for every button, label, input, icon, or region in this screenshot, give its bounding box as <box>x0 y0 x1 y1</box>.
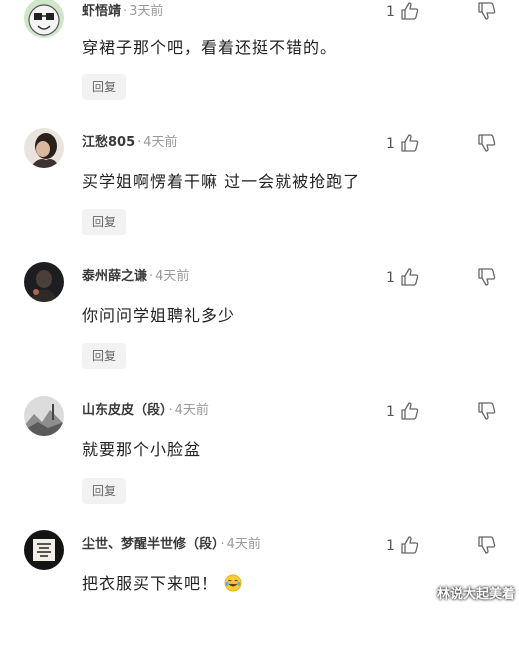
like-count: 1 <box>386 404 395 420</box>
comment-item: 山东皮皮（段） · 4天前 就要那个小脸盆 回复 1 <box>0 386 519 520</box>
meta-separator: · <box>149 269 154 284</box>
thumbs-up-icon[interactable] <box>400 133 420 153</box>
watermark: 林说大起美着 <box>436 587 515 602</box>
meta-separator: · <box>220 537 225 552</box>
thumbs-down-icon[interactable] <box>477 1 497 21</box>
like-count: 1 <box>386 4 395 20</box>
comment-text: 把衣服买下来吧！ <box>82 574 242 594</box>
comment-text: 买学姐啊愣着干嘛 过一会就被抢跑了 <box>82 172 361 191</box>
timestamp: 4天前 <box>174 403 209 418</box>
comment-item: 虾悟靖 · 3天前 穿裙子那个吧，看着还挺不错的。 回复 1 <box>0 0 519 118</box>
thumbs-up-icon[interactable] <box>400 401 420 421</box>
comment-meta: 江愁805 · 4天前 <box>82 135 178 151</box>
reply-button[interactable]: 回复 <box>82 209 126 235</box>
user-avatar[interactable] <box>24 128 64 168</box>
comment-item: 江愁805 · 4天前 买学姐啊愣着干嘛 过一会就被抢跑了 回复 1 <box>0 118 519 252</box>
like-count: 1 <box>386 538 395 554</box>
meta-separator: · <box>123 4 128 19</box>
reply-button[interactable]: 回复 <box>82 74 126 100</box>
comment-meta: 虾悟靖 · 3天前 <box>82 4 163 20</box>
smiling-face-avatar-icon <box>24 0 64 38</box>
comment-item: 泰州薛之谦 · 4天前 你问问学姐聘礼多少 回复 1 <box>0 252 519 386</box>
laughing-tears-emoji-icon <box>224 574 242 592</box>
comment-meta: 山东皮皮（段） · 4天前 <box>82 403 209 419</box>
username[interactable]: 江愁805 <box>82 135 135 150</box>
like-count: 1 <box>386 270 395 286</box>
landscape-photo-avatar-icon <box>24 396 64 436</box>
meta-separator: · <box>137 135 142 150</box>
comment-meta: 尘世、梦醒半世修（段） · 4天前 <box>82 537 261 553</box>
timestamp: 4天前 <box>226 537 261 552</box>
comment-text: 穿裙子那个吧，看着还挺不错的。 <box>82 38 338 57</box>
user-avatar[interactable] <box>24 530 64 570</box>
dark-photo-avatar-icon <box>24 262 64 302</box>
like-count: 1 <box>386 136 395 152</box>
thumbs-down-icon[interactable] <box>477 267 497 287</box>
meta-separator: · <box>168 403 173 418</box>
username[interactable]: 虾悟靖 <box>82 4 121 19</box>
thumbs-down-icon[interactable] <box>477 133 497 153</box>
user-avatar[interactable] <box>24 396 64 436</box>
username[interactable]: 泰州薛之谦 <box>82 269 147 284</box>
username[interactable]: 山东皮皮（段） <box>82 403 167 418</box>
comment-text: 就要那个小脸盆 <box>82 440 202 459</box>
user-avatar[interactable] <box>24 0 64 38</box>
comment-text-body: 把衣服买下来吧！ <box>82 574 219 593</box>
comment-meta: 泰州薛之谦 · 4天前 <box>82 269 189 285</box>
thumbs-down-icon[interactable] <box>477 401 497 421</box>
timestamp: 4天前 <box>143 135 178 150</box>
timestamp: 4天前 <box>155 269 190 284</box>
thumbs-up-icon[interactable] <box>400 267 420 287</box>
comment-text: 你问问学姐聘礼多少 <box>82 306 236 325</box>
timestamp: 3天前 <box>129 4 164 19</box>
reply-button[interactable]: 回复 <box>82 343 126 369</box>
thumbs-up-icon[interactable] <box>400 535 420 555</box>
thumbs-up-icon[interactable] <box>400 1 420 21</box>
thumbs-down-icon[interactable] <box>477 535 497 555</box>
calligraphy-avatar-icon <box>24 530 64 570</box>
portrait-photo-avatar-icon <box>24 128 64 168</box>
user-avatar[interactable] <box>24 262 64 302</box>
reply-button[interactable]: 回复 <box>82 478 126 504</box>
username[interactable]: 尘世、梦醒半世修（段） <box>82 537 219 552</box>
